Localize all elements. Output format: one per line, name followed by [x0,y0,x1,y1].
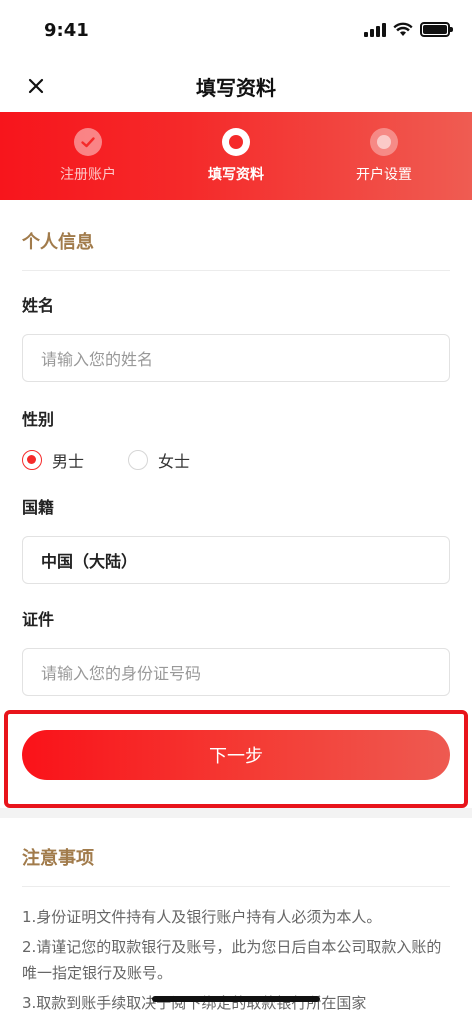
gender-option-label: 男士 [52,452,85,471]
notice-item: 1.身份证明文件持有人及银行账户持有人必须为本人。 [22,908,382,926]
divider [22,270,450,271]
id-number-placeholder: 请输入您的身份证号码 [41,664,202,683]
step-label: 填写资料 [208,167,264,183]
nationality-label: 国籍 [22,498,55,517]
step-label: 开户设置 [356,167,412,183]
id-number-input[interactable]: 请输入您的身份证号码 [22,648,450,696]
notice-item: 2.请谨记您的取款银行及账号，此为您日后自本公司取款入账的唯一指定银行及账号。 [22,938,442,982]
radio-checked-icon [22,450,42,470]
status-icons [364,22,453,37]
check-icon [81,137,95,148]
divider [22,886,450,887]
next-step-button[interactable]: 下一步 [22,730,450,780]
gender-radio-group: 男士 女士 [22,448,226,472]
nationality-select[interactable]: 中国（大陆） [22,536,450,584]
nav-bar: 填写资料 [0,64,472,112]
gender-option-female[interactable]: 女士 [128,448,190,472]
step-register-account: 注册账户 [28,128,148,184]
step-done-icon [74,128,102,156]
page-title: 填写资料 [196,76,276,100]
step-account-setup: 开户设置 [324,128,444,184]
section-title: 个人信息 [22,232,94,253]
name-input[interactable]: 请输入您的姓名 [22,334,450,382]
radio-unchecked-icon [128,450,149,470]
gender-label: 性别 [22,410,55,429]
name-label: 姓名 [22,296,55,315]
notice-item: 3.取款到账手续取决于阅下绑定的取款银行所在国家 [22,994,367,1012]
step-progress: 注册账户 填写资料 开户设置 [0,112,472,200]
battery-icon [420,22,453,37]
name-placeholder: 请输入您的姓名 [41,350,154,369]
gender-option-label: 女士 [158,452,191,471]
status-bar: 9:41 [0,0,472,64]
step-fill-info: 填写资料 [176,128,296,184]
cellular-signal-icon [364,22,386,37]
id-document-label: 证件 [22,610,55,629]
notice-title: 注意事项 [22,848,94,869]
home-indicator [152,996,320,1002]
gender-option-male[interactable]: 男士 [22,448,84,472]
status-time: 9:41 [44,20,89,41]
step-current-icon [222,128,250,156]
step-label: 注册账户 [60,167,116,183]
nationality-value: 中国（大陆） [41,552,138,571]
wifi-icon [393,22,413,36]
step-pending-icon [370,128,398,156]
notice-card: 注意事项 1.身份证明文件持有人及银行账户持有人必须为本人。 2.请谨记您的取款… [0,818,472,1016]
